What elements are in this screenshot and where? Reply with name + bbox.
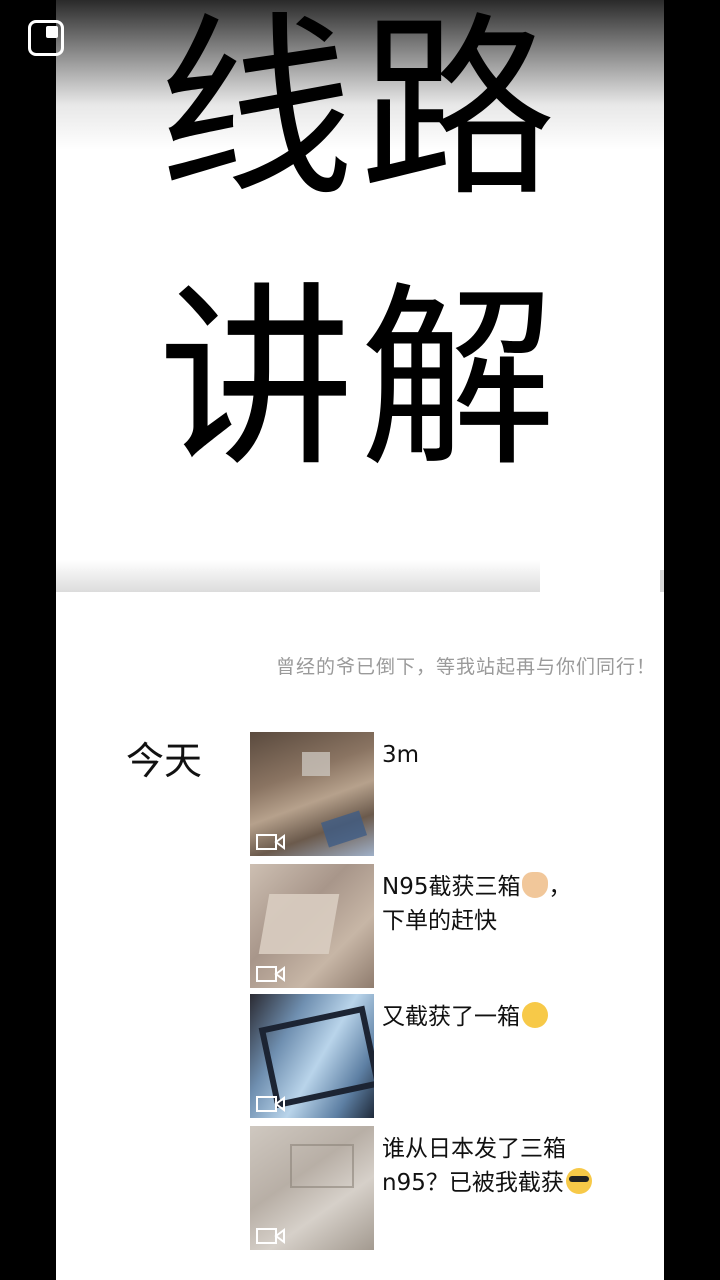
- sunglasses-face-emoji: [565, 1168, 592, 1194]
- picture-in-picture-icon[interactable]: [28, 20, 64, 56]
- post-caption: N95截获三箱 ， 下单的赶快: [382, 870, 642, 938]
- caption-line: 3m: [382, 742, 420, 768]
- thumbnail-detail: [302, 752, 330, 776]
- caption-line: N95截获三箱 ，: [382, 870, 642, 904]
- feed-post[interactable]: 谁从日本发了三箱 n95？已被我截获: [250, 1126, 650, 1250]
- caption-text: N95截获三箱: [382, 874, 521, 900]
- post-caption: 谁从日本发了三箱 n95？已被我截获: [382, 1132, 642, 1200]
- thumbnail-detail: [320, 810, 368, 848]
- victory-hand-emoji: [522, 872, 549, 898]
- cover-image-bottom-edge: [56, 560, 540, 592]
- video-camera-icon: [256, 966, 285, 982]
- banner-title-line2: 讲解: [157, 266, 562, 494]
- feed-post[interactable]: 又截获了一箱: [250, 994, 650, 1118]
- caption-line: 又截获了一箱: [382, 1000, 642, 1034]
- sunglasses-detail: [568, 1176, 589, 1182]
- video-camera-icon: [256, 1096, 285, 1112]
- caption-punctuation: ，: [548, 874, 572, 900]
- caption-text: 又截获了一箱: [382, 1004, 520, 1030]
- grinning-face-emoji: [522, 1002, 548, 1028]
- caption-line: 下单的赶快: [382, 908, 497, 934]
- moments-page: 线路 讲解 曾经的爷已倒下，等我站起再与你们同行！ 今天 3m N95截获三箱 …: [56, 0, 664, 1280]
- feed-post[interactable]: N95截获三箱 ， 下单的赶快: [250, 864, 650, 988]
- video-thumbnail[interactable]: [250, 864, 374, 988]
- thumbnail-detail: [258, 894, 340, 954]
- thumbnail-detail: [258, 1005, 374, 1109]
- video-thumbnail[interactable]: [250, 994, 374, 1118]
- post-caption: 3m: [382, 738, 642, 772]
- video-thumbnail[interactable]: [250, 732, 374, 856]
- banner-title-line1: 线路: [157, 0, 562, 224]
- caption-line: n95？已被我截获: [382, 1166, 642, 1200]
- video-camera-icon: [256, 834, 285, 850]
- day-label: 今天: [126, 739, 203, 783]
- caption-text: n95？已被我截获: [382, 1170, 564, 1196]
- post-caption: 又截获了一箱: [382, 1000, 642, 1034]
- caption-line: 谁从日本发了三箱: [382, 1136, 566, 1162]
- thumbnail-detail: [290, 1144, 354, 1188]
- feed-post[interactable]: 3m: [250, 732, 650, 856]
- profile-signature: 曾经的爷已倒下，等我站起再与你们同行！: [275, 656, 656, 678]
- video-thumbnail[interactable]: [250, 1126, 374, 1250]
- cover-image-edge: [660, 570, 664, 592]
- video-camera-icon: [256, 1228, 285, 1244]
